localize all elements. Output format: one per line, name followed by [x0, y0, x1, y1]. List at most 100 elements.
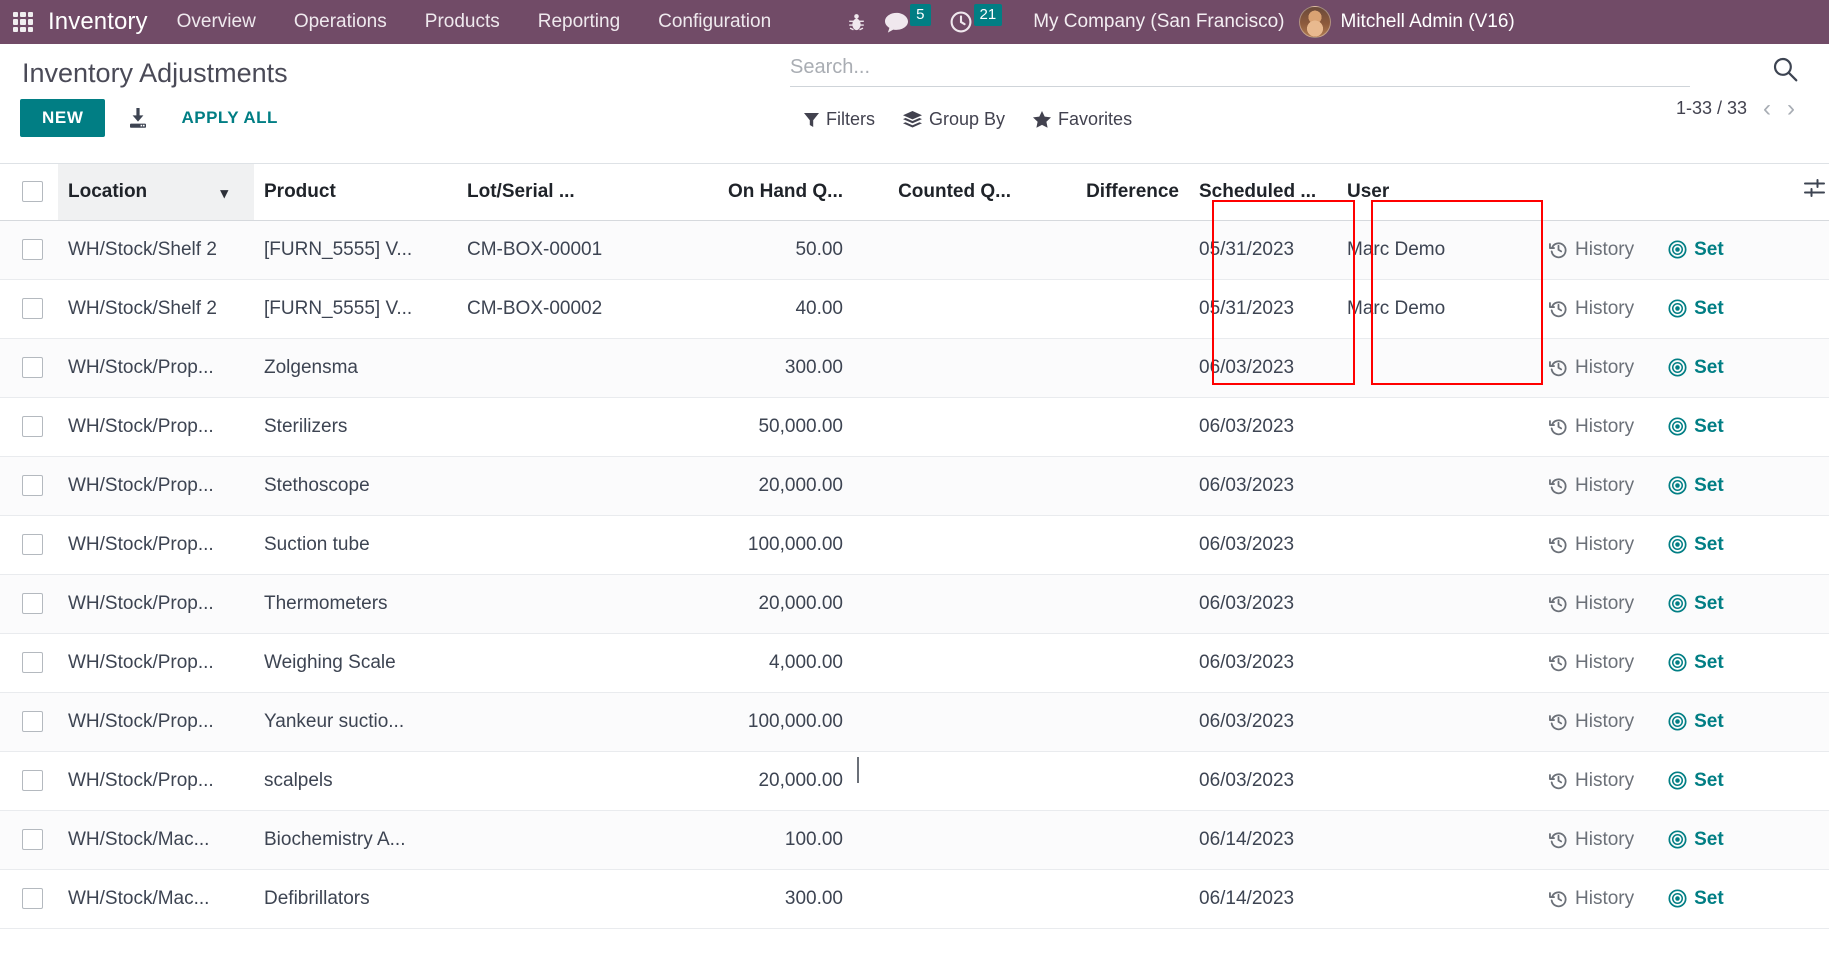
history-button[interactable]: History — [1549, 475, 1634, 497]
row-checkbox[interactable] — [21, 592, 43, 614]
activities-button[interactable]: 21 — [940, 0, 1012, 44]
cell-on-hand-quantity[interactable]: 300.00 — [685, 338, 853, 398]
column-header-product[interactable]: Product — [254, 164, 457, 221]
cell-counted-quantity[interactable] — [853, 574, 1021, 634]
cell-on-hand-quantity[interactable]: 100,000.00 — [685, 692, 853, 752]
cell-on-hand-quantity[interactable]: 20,000.00 — [685, 751, 853, 811]
history-button[interactable]: History — [1549, 416, 1634, 438]
row-select-cell[interactable] — [0, 633, 58, 693]
menu-operations[interactable]: Operations — [275, 0, 406, 44]
cell-on-hand-quantity[interactable]: 50.00 — [685, 220, 853, 280]
cell-user[interactable] — [1337, 869, 1533, 929]
set-button[interactable]: Set — [1668, 239, 1724, 261]
cell-product[interactable]: Zolgensma — [254, 338, 457, 398]
cell-difference[interactable] — [1021, 869, 1189, 929]
table-row[interactable]: WH/Stock/Prop... Zolgensma 300.00 06/03/202… — [0, 338, 1829, 398]
column-header-lot-serial[interactable]: Lot/Serial ... — [457, 164, 685, 221]
apps-grid-icon[interactable] — [8, 7, 38, 37]
cell-scheduled-date[interactable]: 06/03/2023 — [1189, 338, 1337, 398]
cell-counted-quantity[interactable] — [853, 633, 1021, 693]
cell-location[interactable]: WH/Stock/Prop... — [58, 456, 254, 516]
cell-lot-serial[interactable] — [457, 751, 685, 811]
cell-user[interactable] — [1337, 515, 1533, 575]
cell-counted-quantity[interactable] — [853, 515, 1021, 575]
set-button[interactable]: Set — [1668, 357, 1724, 379]
history-button[interactable]: History — [1549, 357, 1634, 379]
cell-user[interactable] — [1337, 574, 1533, 634]
row-select-cell[interactable] — [0, 515, 58, 575]
group-by-button[interactable]: Group By — [889, 105, 1019, 134]
cell-user[interactable] — [1337, 751, 1533, 811]
cell-counted-quantity[interactable] — [853, 279, 1021, 339]
table-row[interactable]: WH/Stock/Mac... Defibrillators 300.00 06/14… — [0, 869, 1829, 929]
cell-scheduled-date[interactable]: 06/14/2023 — [1189, 869, 1337, 929]
cell-lot-serial[interactable] — [457, 338, 685, 398]
cell-location[interactable]: WH/Stock/Prop... — [58, 692, 254, 752]
user-menu[interactable]: Mitchell Admin (V16) — [1298, 6, 1527, 38]
row-checkbox[interactable] — [21, 297, 43, 319]
row-select-cell[interactable] — [0, 869, 58, 929]
cell-product[interactable]: [FURN_5555] V... — [254, 279, 457, 339]
table-row[interactable]: WH/Stock/Prop... Sterilizers 50,000.00 06/0… — [0, 397, 1829, 457]
cell-location[interactable]: WH/Stock/Prop... — [58, 515, 254, 575]
history-button[interactable]: History — [1549, 652, 1634, 674]
row-checkbox[interactable] — [21, 238, 43, 260]
menu-products[interactable]: Products — [406, 0, 519, 44]
menu-reporting[interactable]: Reporting — [519, 0, 639, 44]
set-button[interactable]: Set — [1668, 652, 1724, 674]
history-button[interactable]: History — [1549, 711, 1634, 733]
cell-user[interactable] — [1337, 338, 1533, 398]
cell-scheduled-date[interactable]: 06/03/2023 — [1189, 456, 1337, 516]
table-row[interactable]: WH/Stock/Prop... Stethoscope 20,000.00 06/0… — [0, 456, 1829, 516]
pager-previous-button[interactable]: ‹ — [1757, 96, 1777, 121]
cell-counted-quantity[interactable] — [853, 692, 1021, 752]
row-checkbox[interactable] — [21, 828, 43, 850]
cell-on-hand-quantity[interactable]: 20,000.00 — [685, 456, 853, 516]
cell-lot-serial[interactable] — [457, 633, 685, 693]
cell-scheduled-date[interactable]: 06/03/2023 — [1189, 633, 1337, 693]
cell-product[interactable]: [FURN_5555] V... — [254, 220, 457, 280]
set-button[interactable]: Set — [1668, 416, 1724, 438]
cell-difference[interactable] — [1021, 515, 1189, 575]
column-header-on-hand-quantity[interactable]: On Hand Q... — [685, 164, 853, 221]
cell-difference[interactable] — [1021, 810, 1189, 870]
cell-counted-quantity[interactable] — [853, 397, 1021, 457]
cell-lot-serial[interactable] — [457, 515, 685, 575]
cell-user[interactable] — [1337, 456, 1533, 516]
row-select-cell[interactable] — [0, 810, 58, 870]
cell-lot-serial[interactable] — [457, 574, 685, 634]
cell-location[interactable]: WH/Stock/Prop... — [58, 338, 254, 398]
column-header-scheduled-date[interactable]: Scheduled ... — [1189, 164, 1337, 221]
cell-difference[interactable] — [1021, 574, 1189, 634]
set-button[interactable]: Set — [1668, 888, 1724, 910]
column-header-user[interactable]: User — [1337, 164, 1533, 221]
column-header-counted-quantity[interactable]: Counted Q... — [853, 164, 1021, 221]
row-select-cell[interactable] — [0, 338, 58, 398]
cell-location[interactable]: WH/Stock/Prop... — [58, 751, 254, 811]
cell-scheduled-date[interactable]: 06/03/2023 — [1189, 574, 1337, 634]
select-all-header[interactable] — [0, 164, 58, 221]
history-button[interactable]: History — [1549, 888, 1634, 910]
cell-product[interactable]: Yankeur suctio... — [254, 692, 457, 752]
cell-difference[interactable] — [1021, 633, 1189, 693]
table-row[interactable]: WH/Stock/Prop... scalpels 20,000.00 06/03/2… — [0, 751, 1829, 811]
cell-counted-quantity[interactable] — [853, 456, 1021, 516]
filters-button[interactable]: Filters — [790, 105, 889, 134]
row-select-cell[interactable] — [0, 397, 58, 457]
table-row[interactable]: WH/Stock/Prop... Thermometers 20,000.00 06/… — [0, 574, 1829, 634]
cell-location[interactable]: WH/Stock/Mac... — [58, 869, 254, 929]
row-checkbox[interactable] — [21, 474, 43, 496]
search-icon[interactable] — [1772, 56, 1799, 88]
cell-counted-quantity[interactable] — [853, 869, 1021, 929]
cell-location[interactable]: WH/Stock/Mac... — [58, 810, 254, 870]
row-checkbox[interactable] — [21, 651, 43, 673]
cell-product[interactable]: Stethoscope — [254, 456, 457, 516]
row-checkbox[interactable] — [21, 769, 43, 791]
row-checkbox[interactable] — [21, 710, 43, 732]
set-button[interactable]: Set — [1668, 593, 1724, 615]
row-checkbox[interactable] — [21, 356, 43, 378]
table-row[interactable]: WH/Stock/Shelf 2 [FURN_5555] V... CM-BOX-0… — [0, 279, 1829, 339]
table-row[interactable]: WH/Stock/Mac... Biochemistry A... 100.00 06… — [0, 810, 1829, 870]
cell-location[interactable]: WH/Stock/Shelf 2 — [58, 220, 254, 280]
cell-lot-serial[interactable] — [457, 810, 685, 870]
